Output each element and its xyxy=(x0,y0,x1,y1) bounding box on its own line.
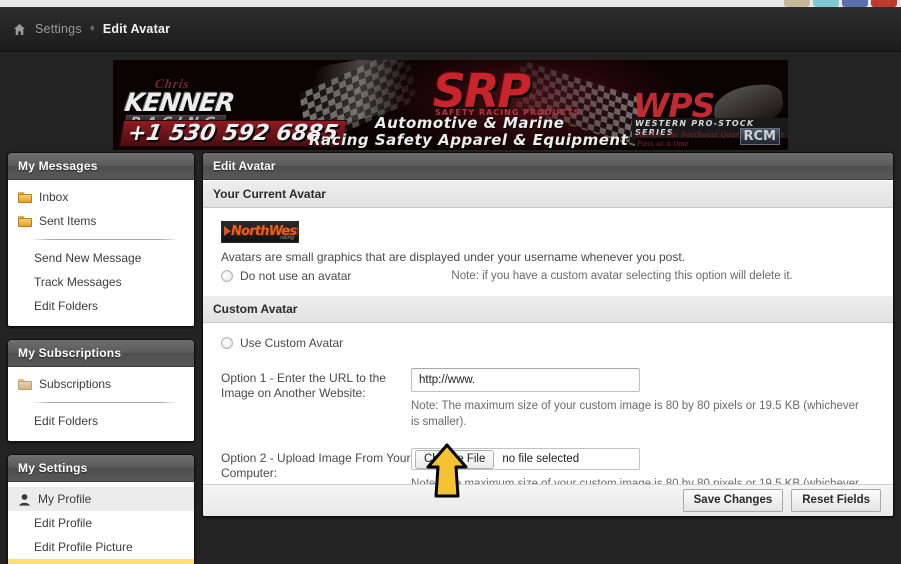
sidebar-panel-my-subscriptions: My Subscriptions Subscriptions Edit Fold… xyxy=(7,339,195,442)
sidebar-item-send-new-message[interactable]: Send New Message xyxy=(8,246,194,270)
choose-file-button[interactable]: Choose File xyxy=(415,449,495,469)
option1-note: Note: The maximum size of your custom im… xyxy=(411,400,859,428)
do-not-use-avatar-row[interactable]: Do not use an avatar Note: if you have a… xyxy=(203,269,893,283)
breadcrumb-separator-icon: ♦ xyxy=(89,22,95,34)
banner-tagline-2: Racing Safety Apparel & Equipment xyxy=(309,131,629,149)
sidebar-item-label: Edit Profile xyxy=(34,516,93,530)
current-avatar-image: NorthWest racing xyxy=(221,221,299,243)
sidebar-panel-title-my-messages: My Messages xyxy=(8,153,194,180)
avatar-description: Avatars are small graphics that are disp… xyxy=(221,250,686,264)
section-title-current-avatar: Your Current Avatar xyxy=(203,180,893,208)
selected-file-name: no file selected xyxy=(502,453,580,465)
sidebar-item-edit-folders-messages[interactable]: Edit Folders xyxy=(8,294,194,318)
radio-use-custom-avatar[interactable] xyxy=(221,337,233,349)
sidebar-item-edit-profile[interactable]: Edit Profile xyxy=(8,511,194,535)
browser-tab-3[interactable] xyxy=(842,0,868,7)
sidebar-item-edit-avatar[interactable]: Edit Avatar xyxy=(8,559,194,564)
sidebar-item-subscriptions[interactable]: Subscriptions xyxy=(8,372,194,396)
banner-tagline-1: Automotive & Marine xyxy=(375,114,565,132)
breadcrumb-item-settings[interactable]: Settings xyxy=(35,22,82,36)
avatar-logo-subtext: racing xyxy=(280,235,294,241)
section-title-custom-avatar: Custom Avatar xyxy=(203,295,893,323)
edit-avatar-card: Edit Avatar Your Current Avatar NorthWes… xyxy=(202,152,894,517)
avatar-file-input[interactable]: Choose File no file selected xyxy=(411,448,640,470)
breadcrumb: Settings ♦ Edit Avatar xyxy=(0,7,901,52)
sidebar-item-label: Subscriptions xyxy=(39,377,112,391)
breadcrumb-item-edit-avatar: Edit Avatar xyxy=(102,22,171,36)
sidebar-item-label: My Profile xyxy=(38,492,92,506)
browser-chrome-sliver xyxy=(0,0,901,7)
sidebar-item-label: Edit Folders xyxy=(34,414,99,428)
avatar-url-input[interactable] xyxy=(411,368,640,392)
sidebar-item-sent-items[interactable]: Sent Items xyxy=(8,209,194,233)
sidebar-item-edit-profile-picture[interactable]: Edit Profile Picture xyxy=(8,535,194,559)
do-not-use-avatar-note: Note: if you have a custom avatar select… xyxy=(451,270,793,282)
reset-fields-button[interactable]: Reset Fields xyxy=(791,489,881,512)
sidebar-item-label: Inbox xyxy=(39,190,69,204)
sidebar-panel-my-messages: My Messages Inbox Sent Items Send New Me… xyxy=(7,152,195,327)
section-current-avatar: NorthWest racing Avatars are small graph… xyxy=(203,208,893,295)
banner-kenner-name: KENNER xyxy=(123,88,236,117)
radio-do-not-use-avatar[interactable] xyxy=(221,270,233,282)
sidebar-item-label: Track Messages xyxy=(34,275,122,289)
folder-icon xyxy=(18,215,32,227)
sidebar-item-edit-folders-subscriptions[interactable]: Edit Folders xyxy=(8,409,194,433)
home-icon[interactable] xyxy=(13,23,26,36)
sidebar-panel-title-my-settings: My Settings xyxy=(8,455,194,482)
browser-tab-2[interactable] xyxy=(813,0,839,7)
sidebar-item-track-messages[interactable]: Track Messages xyxy=(8,270,194,294)
banner-rcm-logo: RCM xyxy=(739,128,780,145)
sidebar-divider xyxy=(32,402,178,403)
arrow-icon xyxy=(224,226,231,236)
sidebar-panel-title-my-subscriptions: My Subscriptions xyxy=(8,340,194,367)
sidebar-divider xyxy=(32,239,178,240)
content-area: My Messages Inbox Sent Items Send New Me… xyxy=(0,152,901,564)
folder-icon xyxy=(18,191,32,203)
sidebar-item-label: Edit Profile Picture xyxy=(34,540,133,554)
person-icon xyxy=(18,493,31,506)
use-custom-avatar-row[interactable]: Use Custom Avatar xyxy=(203,336,893,350)
browser-tab-1[interactable] xyxy=(784,0,810,7)
sidebar-item-label: Sent Items xyxy=(39,214,97,228)
radio-label-do-not-use-avatar: Do not use an avatar xyxy=(240,269,352,283)
save-changes-button[interactable]: Save Changes xyxy=(682,489,784,512)
radio-label-use-custom-avatar: Use Custom Avatar xyxy=(240,336,344,350)
sidebar-panel-my-settings: My Settings My Profile Edit Profile Edit… xyxy=(7,454,195,564)
folder-icon xyxy=(18,378,32,390)
site-banner-image[interactable]: Chris KENNER RACING +1 530 592 6885 SRP … xyxy=(113,60,788,150)
sidebar: My Messages Inbox Sent Items Send New Me… xyxy=(7,152,195,564)
option1-row: Option 1 - Enter the URL to the Image on… xyxy=(203,362,893,430)
browser-tabstrip xyxy=(784,0,901,7)
page-title: Edit Avatar xyxy=(203,153,893,180)
sidebar-item-my-profile[interactable]: My Profile xyxy=(8,487,194,511)
page-root: Settings ♦ Edit Avatar Chris KENNER RACI… xyxy=(0,0,901,564)
option1-label: Option 1 - Enter the URL to the Image on… xyxy=(221,371,386,400)
sidebar-item-inbox[interactable]: Inbox xyxy=(8,185,194,209)
sidebar-item-label: Edit Folders xyxy=(34,299,99,313)
card-footer: Save Changes Reset Fields xyxy=(203,484,893,516)
browser-tab-4[interactable] xyxy=(871,0,897,7)
sidebar-item-label: Send New Message xyxy=(34,251,142,265)
